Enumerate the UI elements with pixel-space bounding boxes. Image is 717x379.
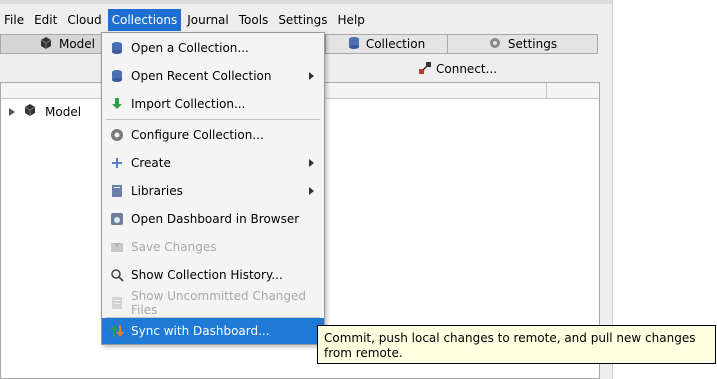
menu-collections[interactable]: Collections — [107, 9, 182, 31]
menu-sync-dashboard[interactable]: Sync with Dashboard... — [102, 318, 324, 344]
menu-save-changes: Save Changes — [102, 234, 324, 260]
menu-configure-collection[interactable]: Configure Collection... — [102, 122, 324, 148]
menu-item-label: Import Collection... — [131, 97, 246, 111]
dashboard-icon — [108, 210, 126, 228]
connect-label: Connect... — [436, 62, 498, 76]
menu-cloud[interactable]: Cloud — [63, 9, 105, 31]
file-icon — [108, 294, 126, 312]
menu-item-label: Show Uncommitted Changed Files — [131, 289, 307, 317]
tab-model[interactable]: Model — [0, 34, 102, 54]
menu-open-collection[interactable]: Open a Collection... — [102, 35, 324, 61]
book-icon — [108, 182, 126, 200]
menu-item-label: Configure Collection... — [131, 128, 264, 142]
connect-button[interactable]: Connect... — [418, 60, 497, 78]
menu-help[interactable]: Help — [334, 9, 369, 31]
tab-collection[interactable]: Collection — [325, 34, 448, 54]
tab-model-label: Model — [58, 37, 95, 51]
menu-settings[interactable]: Settings — [274, 9, 331, 31]
submenu-arrow-icon — [309, 187, 314, 195]
import-icon — [108, 95, 126, 113]
menu-import-collection[interactable]: Import Collection... — [102, 91, 324, 117]
menu-item-label: Show Collection History... — [131, 268, 283, 282]
menubar: File Edit Cloud Collections Journal Tool… — [0, 8, 612, 32]
sync-icon — [108, 322, 126, 340]
save-icon — [108, 238, 126, 256]
menu-item-label: Libraries — [131, 184, 183, 198]
submenu-arrow-icon — [309, 159, 314, 167]
menu-item-label: Create — [131, 156, 171, 170]
plus-icon — [108, 154, 126, 172]
menu-open-dashboard[interactable]: Open Dashboard in Browser — [102, 206, 324, 232]
tooltip: Commit, push local changes to remote, an… — [317, 325, 716, 364]
menu-show-history[interactable]: Show Collection History... — [102, 262, 324, 288]
title-strip — [0, 0, 612, 4]
menu-tools[interactable]: Tools — [235, 9, 273, 31]
cube-icon — [39, 36, 53, 53]
menu-file[interactable]: File — [0, 9, 28, 31]
connect-icon — [418, 61, 432, 78]
collections-menu: Open a Collection... Open Recent Collect… — [101, 32, 325, 345]
menu-item-label: Save Changes — [131, 240, 217, 254]
menu-item-label: Open Recent Collection — [131, 69, 272, 83]
app-window: File Edit Cloud Collections Journal Tool… — [0, 0, 717, 379]
tree-row-label: Model — [45, 104, 82, 119]
gear-icon — [108, 126, 126, 144]
menu-item-label: Open Dashboard in Browser — [131, 212, 300, 226]
tab-settings[interactable]: Settings — [447, 34, 598, 54]
database-icon — [108, 67, 126, 85]
menu-libraries[interactable]: Libraries — [102, 178, 324, 204]
menu-item-label: Open a Collection... — [131, 41, 249, 55]
tab-collection-label: Collection — [365, 37, 426, 51]
database-icon — [108, 39, 126, 57]
tree-row[interactable]: Model — [9, 103, 81, 120]
tab-settings-label: Settings — [507, 37, 558, 51]
database-icon — [348, 36, 360, 53]
cube-icon — [23, 103, 37, 120]
right-pane — [612, 0, 717, 379]
menu-item-label: Sync with Dashboard... — [131, 324, 270, 338]
expand-icon[interactable] — [9, 107, 15, 116]
menu-show-uncommitted: Show Uncommitted Changed Files — [102, 289, 324, 317]
menu-journal[interactable]: Journal — [183, 9, 233, 31]
menu-open-recent[interactable]: Open Recent Collection — [102, 63, 324, 89]
search-icon — [108, 266, 126, 284]
menu-create[interactable]: Create — [102, 150, 324, 176]
gear-icon — [488, 36, 502, 53]
menu-edit[interactable]: Edit — [30, 9, 61, 31]
submenu-arrow-icon — [309, 72, 314, 80]
menu-separator — [106, 119, 320, 120]
